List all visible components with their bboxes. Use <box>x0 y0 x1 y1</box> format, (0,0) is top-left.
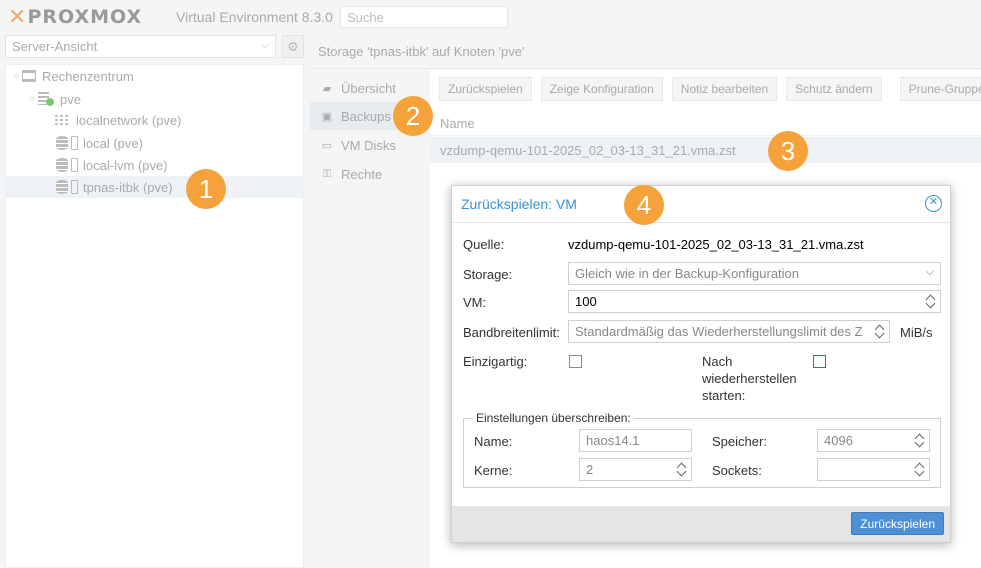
tree-item-label: pve <box>60 91 81 107</box>
vm-id-stepper[interactable]: 100 <box>568 290 941 313</box>
unique-label: Einzigartig: <box>463 354 528 369</box>
tree-item-localnetwork[interactable]: localnetwork (pve) <box>6 109 303 131</box>
chevron-down-icon: ⌵ <box>925 266 934 278</box>
tree-item-datacenter[interactable]: ▿ Rechenzentrum <box>6 65 303 87</box>
stepper-icon[interactable] <box>915 460 925 479</box>
storage-select-value: Gleich wie in der Backup-Konfiguration <box>575 266 800 281</box>
view-selector[interactable]: Server-Ansicht ⌵ <box>5 35 276 58</box>
datacenter-icon <box>22 70 36 82</box>
resource-tree: ▿ Rechenzentrum ▿ pve localnetwork (pve)… <box>5 64 304 568</box>
top-header: ✕ PROXMOX Virtual Environment 8.3.0 Such… <box>0 0 981 34</box>
dialog-title: Zurückspielen: VM <box>461 196 577 212</box>
unlock-icon: ⚿ <box>322 167 332 180</box>
stepper-icon[interactable] <box>875 322 885 341</box>
storage-icon <box>56 136 68 150</box>
book-icon: ▰ <box>322 82 332 95</box>
page-title: Storage 'tpnas-itbk' auf Knoten 'pve' <box>310 35 981 69</box>
sockets-stepper[interactable] <box>817 458 930 481</box>
storage-label: Storage: <box>463 267 513 282</box>
restore-button[interactable]: Zurückspielen <box>851 512 944 535</box>
tree-item-label: tpnas-itbk (pve) <box>83 179 173 195</box>
memory-value: 4096 <box>824 433 853 448</box>
cores-label: Kerne: <box>474 463 513 478</box>
proxmox-logo[interactable]: ✕ PROXMOX <box>8 4 143 30</box>
bandwidth-unit: MiB/s <box>900 325 933 340</box>
tree-item-local-lvm[interactable]: local-lvm (pve) <box>6 154 303 176</box>
dialog-header: Zurückspielen: VM ✕ <box>452 186 950 223</box>
step-marker-1: 1 <box>186 169 226 209</box>
storage-icon <box>56 180 68 194</box>
vm-label: VM: <box>463 295 487 310</box>
name-field[interactable]: haos14.1 <box>579 429 692 452</box>
edit-note-button[interactable]: Notiz bearbeiten <box>671 77 778 101</box>
source-value: vzdump-qemu-101-2025_02_03-13_31_21.vma.… <box>568 237 864 252</box>
tree-item-tpnas-itbk[interactable]: tpnas-itbk (pve) <box>6 176 303 198</box>
bandwidth-stepper[interactable]: Standardmäßig das Wiederherstellungslimi… <box>568 320 890 343</box>
step-marker-3: 3 <box>768 131 808 171</box>
collapse-icon[interactable]: ▿ <box>10 71 22 82</box>
prune-group-button[interactable]: Prune-Gruppe <box>899 77 981 101</box>
start-after-restore-checkbox[interactable] <box>813 355 826 368</box>
view-selector-value: Server-Ansicht <box>12 39 98 54</box>
vm-id-value: 100 <box>575 294 597 309</box>
nav-item-label: Übersicht <box>341 80 396 96</box>
bandwidth-placeholder: Standardmäßig das Wiederherstellungslimi… <box>575 324 863 339</box>
cores-value: 2 <box>586 462 594 477</box>
nav-item-label: Backups <box>341 108 391 124</box>
node-icon <box>38 92 54 106</box>
start-after-restore-label-1: Nach <box>702 354 733 369</box>
chevron-down-icon: ⌵ <box>260 39 269 51</box>
toolbar: Zurückspielen Zeige Konfiguration Notiz … <box>430 70 981 108</box>
bandwidth-label: Bandbreitenlimit: <box>463 325 560 340</box>
column-header-name[interactable]: Name <box>430 108 981 136</box>
source-label: Quelle: <box>463 237 505 252</box>
override-settings-fieldset: Einstellungen überschreiben: Name: haos1… <box>463 411 941 488</box>
brand-name: PROXMOX <box>27 6 143 28</box>
proxmox-x-icon: ✕ <box>8 4 26 30</box>
stepper-icon[interactable] <box>677 460 687 479</box>
close-icon[interactable]: ✕ <box>925 195 942 212</box>
restore-toolbar-button[interactable]: Zurückspielen <box>439 77 532 101</box>
memory-stepper[interactable]: 4096 <box>817 429 930 452</box>
tree-item-pve[interactable]: ▿ pve <box>6 88 303 110</box>
show-config-button[interactable]: Zeige Konfiguration <box>540 77 663 101</box>
stepper-icon[interactable] <box>915 431 925 450</box>
gear-icon[interactable]: ⚙ <box>282 35 304 58</box>
tree-item-label: Rechenzentrum <box>42 68 134 84</box>
network-icon <box>54 114 70 126</box>
name-label: Name: <box>474 434 513 449</box>
step-marker-2: 2 <box>393 96 433 136</box>
tree-item-label: localnetwork (pve) <box>76 112 182 128</box>
nav-item-permissions[interactable]: ⚿ Rechte <box>310 160 430 188</box>
hdd-icon: ▭ <box>321 139 333 152</box>
cores-stepper[interactable]: 2 <box>579 458 692 481</box>
search-input[interactable]: Suche <box>340 6 508 28</box>
override-legend: Einstellungen überschreiben: <box>473 411 634 425</box>
version-label: Virtual Environment 8.3.0 <box>176 9 333 25</box>
tree-item-local[interactable]: local (pve) <box>6 132 303 154</box>
tree-item-label: local (pve) <box>83 135 143 151</box>
sockets-label: Sockets: <box>712 463 762 478</box>
start-after-restore-label-3: starten: <box>702 388 746 403</box>
storage-select[interactable]: Gleich wie in der Backup-Konfiguration ⌵ <box>568 262 941 285</box>
memory-label: Speicher: <box>712 434 767 449</box>
nav-item-label: VM Disks <box>341 137 396 153</box>
change-protection-button[interactable]: Schutz ändern <box>786 77 882 101</box>
collapse-icon[interactable]: ▿ <box>26 94 38 105</box>
table-row[interactable]: vzdump-qemu-101-2025_02_03-13_31_21.vma.… <box>430 137 981 163</box>
start-after-restore-label-2: wiederherstellen <box>702 371 797 386</box>
unique-checkbox[interactable] <box>569 355 582 368</box>
stepper-icon[interactable] <box>926 292 936 311</box>
tree-item-label: local-lvm (pve) <box>83 157 168 173</box>
storage-nav: ▰ Übersicht ▣ Backups ▭ VM Disks ⚿ Recht… <box>310 70 430 568</box>
restore-dialog: Zurückspielen: VM ✕ Quelle: vzdump-qemu-… <box>451 185 951 543</box>
step-marker-4: 4 <box>624 185 664 225</box>
floppy-icon: ▣ <box>321 110 333 123</box>
nav-item-label: Rechte <box>341 166 383 182</box>
storage-icon <box>56 158 68 172</box>
dialog-footer: Zurückspielen <box>452 506 950 542</box>
